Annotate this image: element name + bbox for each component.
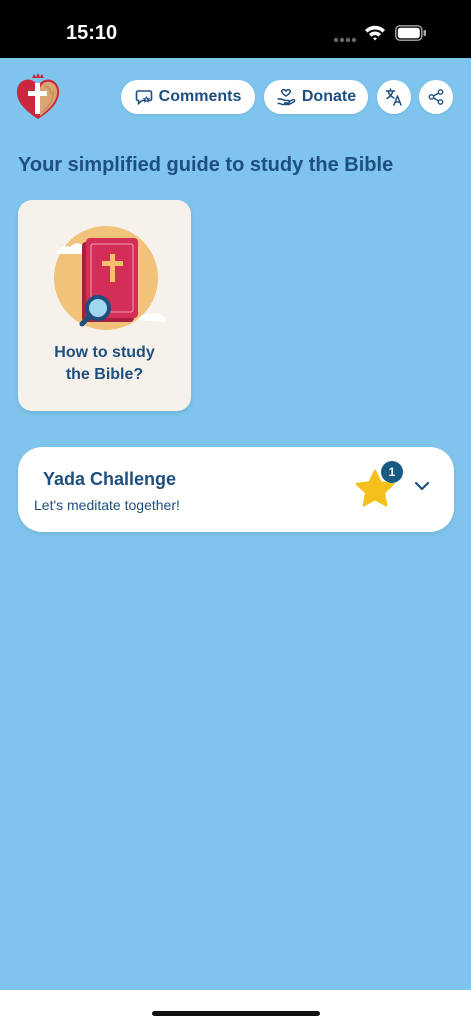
donate-button[interactable]: Donate [264,80,368,114]
share-button[interactable] [419,80,453,114]
home-bar [0,990,471,1024]
guide-card-title: How to study the Bible? [18,342,191,386]
wifi-icon [365,25,385,41]
comment-star-icon [135,90,152,106]
heart-cross-logo-icon [16,73,60,119]
guide-title-line-2: the Bible? [65,366,144,383]
guide-card[interactable]: How to study the Bible? [18,200,191,411]
donate-label: Donate [301,88,357,105]
home-indicator[interactable] [152,1011,320,1016]
hand-heart-icon [277,88,296,106]
guide-title-line-1: How to study [54,344,155,361]
translate-button[interactable] [377,80,411,114]
comments-button[interactable]: Comments [121,80,255,114]
comments-label: Comments [158,88,242,105]
challenge-count-badge: 1 [381,461,403,483]
status-bar: 15:10 [0,0,471,58]
status-time: 15:10 [66,22,118,44]
translate-icon [385,88,402,106]
challenge-title: Yada Challenge [43,469,177,489]
chevron-down-icon[interactable] [414,481,430,491]
signal-dots-icon [333,37,357,43]
battery-icon [395,25,426,41]
share-icon [428,89,444,105]
yada-challenge-card[interactable]: Yada Challenge Let's meditate together! … [18,447,454,532]
challenge-subtitle: Let's meditate together! [34,497,180,513]
page-title: Your simplified guide to study the Bible [18,154,394,176]
bible-magnifier-icon [54,226,166,330]
